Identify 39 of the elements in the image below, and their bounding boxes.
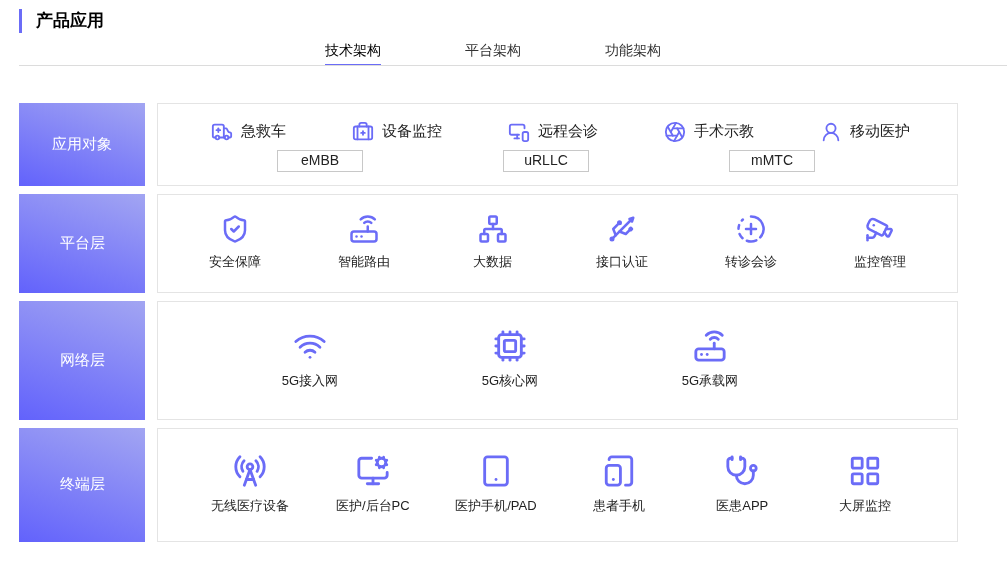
item-label: 大数据 (473, 253, 513, 272)
network-tag: uRLLC (503, 149, 589, 172)
application-label: 移动医护 (850, 121, 910, 142)
person-icon (820, 120, 842, 143)
item-label: 安全保障 (208, 253, 261, 272)
tab[interactable]: 技术架构 (325, 37, 381, 65)
network-tag: mMTC (729, 149, 815, 172)
medical-case-icon (352, 120, 374, 143)
network-icon (477, 214, 508, 245)
application-label: 远程会诊 (538, 121, 598, 142)
application-label: 手术示教 (694, 121, 754, 142)
layer-label: 应用对象 (19, 102, 145, 186)
router-icon (348, 214, 379, 245)
chip-icon (493, 329, 527, 364)
item-label: 监控管理 (854, 253, 907, 272)
layer-label: 终端层 (19, 427, 145, 542)
item-label: 患者手机 (593, 496, 646, 515)
application-label: 急救车 (241, 121, 286, 142)
tab[interactable]: 功能架构 (605, 37, 661, 65)
section-title: 产品应用 (36, 10, 104, 32)
item-label: 5G接入网 (281, 372, 339, 391)
item-label: 智能路由 (337, 253, 390, 272)
item-label: 无线医疗设备 (210, 496, 289, 515)
antenna-icon (232, 453, 267, 488)
circle-plus-icon (736, 214, 767, 245)
item-label: 5G承载网 (681, 372, 739, 391)
layer-label: 平台层 (19, 193, 145, 293)
item-label: 医护/后台PC (335, 496, 410, 515)
item-label: 医护手机/PAD (455, 496, 537, 515)
router-icon (693, 329, 727, 364)
network-tag: eMBB (277, 149, 363, 172)
tab[interactable]: 平台架构 (465, 37, 521, 65)
application-label: 设备监控 (382, 121, 442, 142)
layer-label: 网络层 (19, 300, 145, 420)
item-label: 医患APP (716, 496, 769, 515)
item-label: 接口认证 (596, 253, 649, 272)
item-label: 大屏监控 (839, 496, 892, 515)
item-label: 转诊会诊 (725, 253, 778, 272)
item-label: 5G核心网 (481, 372, 539, 391)
